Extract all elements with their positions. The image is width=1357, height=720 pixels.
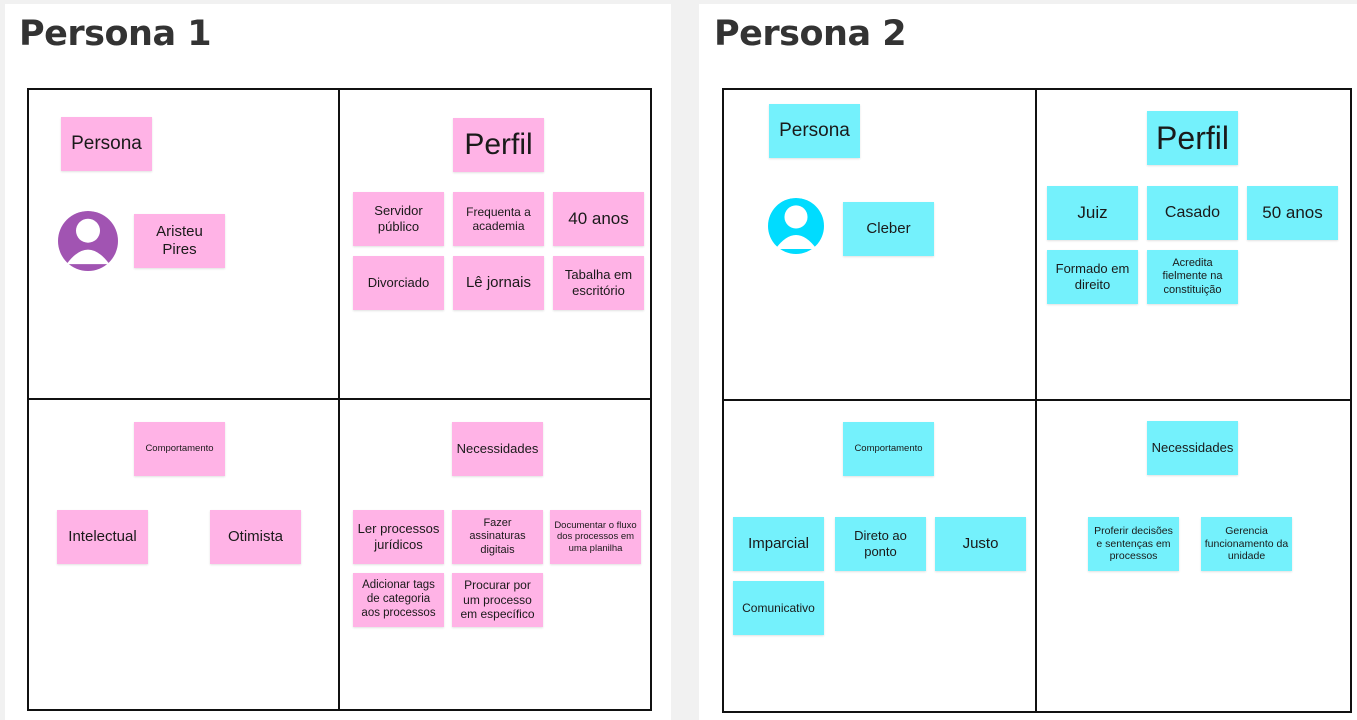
persona1-necessidades-item[interactable]: Ler processos jurídicos (353, 510, 444, 564)
persona2-perfil-title[interactable]: Perfil (1147, 111, 1238, 165)
persona1-necessidades-item[interactable]: Fazer assinaturas digitais (452, 510, 543, 564)
persona2-persona-label-sticky[interactable]: Persona (769, 104, 860, 158)
persona2-comportamento-item[interactable]: Imparcial (733, 517, 824, 571)
persona2-divider-horizontal (722, 399, 1352, 401)
persona2-comportamento-title[interactable]: Comportamento (843, 422, 934, 476)
persona2-perfil-item[interactable]: Casado (1147, 186, 1238, 240)
persona1-necessidades-item[interactable]: Procurar por um processo em específico (452, 573, 543, 627)
persona1-title: Persona 1 (19, 14, 212, 54)
persona2-necessidades-title[interactable]: Necessidades (1147, 421, 1238, 475)
persona1-divider-horizontal (27, 398, 652, 400)
persona1-persona-label-sticky[interactable]: Persona (61, 117, 152, 171)
persona2-perfil-item[interactable]: Formado em direito (1047, 250, 1138, 304)
persona1-perfil-item[interactable]: Frequenta a academia (453, 192, 544, 246)
persona1-necessidades-item[interactable]: Documentar o fluxo dos processos em uma … (550, 510, 641, 564)
persona1-comportamento-item[interactable]: Otimista (210, 510, 301, 564)
persona2-necessidades-item[interactable]: Gerencia funcionamento da unidade (1201, 517, 1292, 571)
persona1-necessidades-item[interactable]: Adicionar tags de categoria aos processo… (353, 573, 444, 627)
persona1-necessidades-title[interactable]: Necessidades (452, 422, 543, 476)
persona1-perfil-item[interactable]: Divorciado (353, 256, 444, 310)
persona1-perfil-title[interactable]: Perfil (453, 118, 544, 172)
persona1-perfil-item[interactable]: Servidor público (353, 192, 444, 246)
persona1-name-sticky[interactable]: Aristeu Pires (134, 214, 225, 268)
persona2-comportamento-item[interactable]: Justo (935, 517, 1026, 571)
persona2-comportamento-item[interactable]: Comunicativo (733, 581, 824, 635)
persona1-comportamento-item[interactable]: Intelectual (57, 510, 148, 564)
persona1-perfil-item[interactable]: Tabalha em escritório (553, 256, 644, 310)
persona2-title: Persona 2 (714, 14, 907, 54)
persona1-comportamento-title[interactable]: Comportamento (134, 422, 225, 476)
persona2-comportamento-item[interactable]: Direto ao ponto (835, 517, 926, 571)
persona2-perfil-item[interactable]: 50 anos (1247, 186, 1338, 240)
persona1-perfil-item[interactable]: Lê jornais (453, 256, 544, 310)
persona2-perfil-item[interactable]: Juiz (1047, 186, 1138, 240)
persona2-necessidades-item[interactable]: Proferir decisões e sentenças em process… (1088, 517, 1179, 571)
persona2-perfil-item[interactable]: Acredita fielmente na constituição (1147, 250, 1238, 304)
persona1-perfil-item[interactable]: 40 anos (553, 192, 644, 246)
persona2-name-sticky[interactable]: Cleber (843, 202, 934, 256)
